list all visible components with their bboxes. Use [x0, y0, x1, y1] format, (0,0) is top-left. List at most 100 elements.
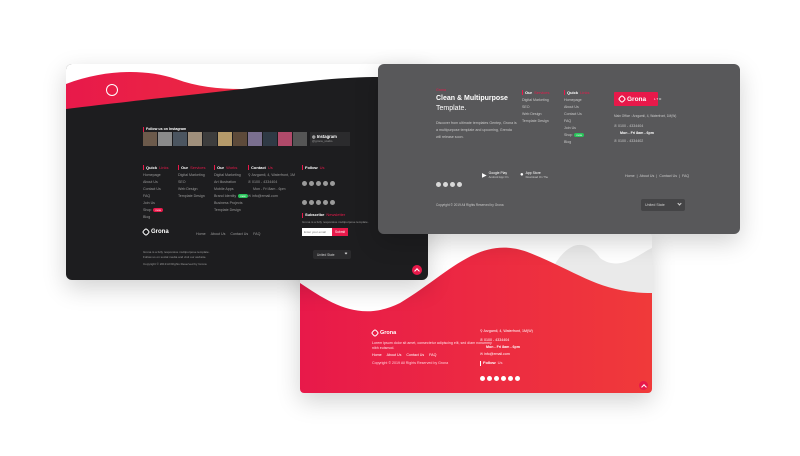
dark-services: Our Services Digital Marketing SEO Web De… [178, 165, 206, 200]
gallery-photo[interactable] [188, 132, 202, 146]
red-scroll-top-button[interactable] [639, 381, 648, 390]
quick-link[interactable]: Contact Us [143, 187, 168, 193]
quick-link[interactable]: FAQ [564, 119, 589, 125]
gallery-photo[interactable] [233, 132, 247, 146]
grey-desc-3: will release soon. [436, 135, 464, 140]
quick-link[interactable]: About Us [143, 180, 168, 186]
red-logo[interactable]: Grona [370, 328, 396, 338]
grey-logo-box[interactable]: Grona LTD [614, 92, 661, 106]
grey-link-contact[interactable]: Contact Us [659, 174, 677, 180]
red-link-about[interactable]: About Us [387, 353, 402, 359]
grey-link-about[interactable]: About Us [640, 174, 655, 180]
quick-link[interactable]: Homepage [564, 98, 589, 104]
dark-link-home[interactable]: Home [196, 232, 206, 238]
grey-link-home[interactable]: Home [625, 174, 635, 180]
grey-country-select[interactable]: United State [641, 199, 685, 211]
gallery-photo[interactable] [248, 132, 262, 146]
facebook-icon[interactable] [480, 375, 485, 381]
red-address: Arzgamli, 4, Waterfront, 1M(W) [483, 329, 533, 333]
grey-kicker: Grona [436, 88, 446, 92]
dribbble-icon[interactable] [309, 200, 314, 206]
gallery-photo[interactable] [218, 132, 232, 146]
work-link[interactable]: Template Design [214, 208, 248, 214]
work-link[interactable]: Mobile Apps [214, 187, 248, 193]
email-field[interactable] [302, 228, 332, 237]
dark-social-icons-row2 [302, 192, 369, 210]
vimeo-icon[interactable] [316, 200, 321, 206]
red-social-icons [480, 368, 533, 386]
pinterest-icon[interactable] [323, 180, 328, 186]
gallery-photo[interactable] [173, 132, 187, 146]
facebook-icon[interactable] [302, 180, 307, 186]
work-link[interactable]: Digital Marketing [214, 173, 248, 179]
grey-intro: Grona Clean & Multipurpose Template. Dis… [436, 88, 517, 142]
new-badge: new [574, 133, 584, 138]
service-link[interactable]: Digital Marketing [522, 98, 549, 104]
grey-link-faq[interactable]: FAQ [682, 174, 689, 180]
behance-icon[interactable] [302, 200, 307, 206]
dark-country-select[interactable]: United State [313, 250, 351, 259]
youtube-icon[interactable] [508, 375, 513, 381]
gallery-photo[interactable] [293, 132, 307, 146]
subscribe-text: Grona is a fully responsive multipurpose… [302, 219, 369, 224]
linkedin-icon[interactable] [443, 182, 448, 187]
quick-link-shop[interactable]: Shop new [564, 133, 589, 139]
quick-link[interactable]: Contact Us [564, 112, 589, 118]
red-link-contact[interactable]: Contact Us [406, 353, 424, 359]
app-store-badge[interactable]: ● App Store Download On The [520, 171, 548, 179]
twitter-icon[interactable] [450, 182, 455, 187]
facebook-icon[interactable] [436, 182, 441, 187]
service-link[interactable]: SEO [522, 105, 549, 111]
quick-link[interactable]: Homepage [143, 173, 168, 179]
gallery-photo[interactable] [143, 132, 157, 146]
gallery-photo[interactable] [203, 132, 217, 146]
twitter-icon[interactable] [309, 180, 314, 186]
gallery-photo[interactable] [278, 132, 292, 146]
red-link-faq[interactable]: FAQ [429, 353, 436, 359]
dark-link-faq[interactable]: FAQ [253, 232, 260, 238]
dark-logo[interactable]: Grona [141, 227, 169, 237]
instagram-button[interactable]: ◎ Instagram @grona_studio [310, 132, 350, 146]
quick-link[interactable]: Blog [564, 140, 589, 146]
dark-link-contact[interactable]: Contact Us [230, 232, 248, 238]
grey-headline-2: Template. [436, 105, 467, 113]
quick-link[interactable]: Join Us [143, 201, 168, 207]
dark-link-about[interactable]: About Us [211, 232, 226, 238]
instagram-icon[interactable] [457, 182, 462, 187]
follow-heading: Follow Us [302, 165, 369, 171]
twitter-icon[interactable] [487, 375, 492, 381]
instagram-icon[interactable] [323, 200, 328, 206]
dark-footer-card: Follow us on Instagram ◎ Instagram @gron… [66, 64, 428, 280]
quick-link[interactable]: Blog [143, 215, 168, 221]
subscribe-button[interactable]: Submit [332, 228, 348, 237]
dark-copyright: Copyright © 2019 All Rights Reserved by … [143, 262, 207, 266]
service-link[interactable]: Digital Marketing [178, 173, 205, 179]
linkedin-icon[interactable] [316, 180, 321, 186]
google-play-badge[interactable]: ▶ Google Play Android App On [482, 171, 508, 179]
gallery-photo[interactable] [158, 132, 172, 146]
gallery-photo[interactable] [263, 132, 277, 146]
pinterest-icon[interactable] [501, 375, 506, 381]
service-link[interactable]: Template Design [522, 119, 549, 125]
service-link[interactable]: Web Design [522, 112, 549, 118]
dark-social-icons [302, 173, 369, 191]
grona-logo-icon [141, 227, 151, 237]
red-link-home[interactable]: Home [372, 353, 382, 359]
service-link[interactable]: Template Design [178, 194, 205, 200]
quick-link[interactable]: Join Us [564, 126, 589, 132]
quick-link[interactable]: FAQ [143, 194, 168, 200]
dark-scroll-top-button[interactable] [412, 265, 422, 275]
linkedin-icon[interactable] [494, 375, 499, 381]
service-link[interactable]: SEO [178, 180, 205, 186]
rss-icon[interactable] [330, 200, 335, 206]
work-link[interactable]: Art Illustration [214, 180, 248, 186]
work-link[interactable]: Business Projects [214, 201, 248, 207]
service-link[interactable]: Web Design [178, 187, 205, 193]
youtube-icon[interactable] [330, 180, 335, 186]
red-email: info@email.com [484, 351, 510, 356]
quick-link-shop[interactable]: Shop new [143, 208, 168, 214]
quick-link[interactable]: About Us [564, 105, 589, 111]
instagram-icon[interactable] [515, 375, 520, 381]
dark-wave-header [66, 64, 428, 124]
work-link[interactable]: Brand Identity new [214, 194, 248, 200]
